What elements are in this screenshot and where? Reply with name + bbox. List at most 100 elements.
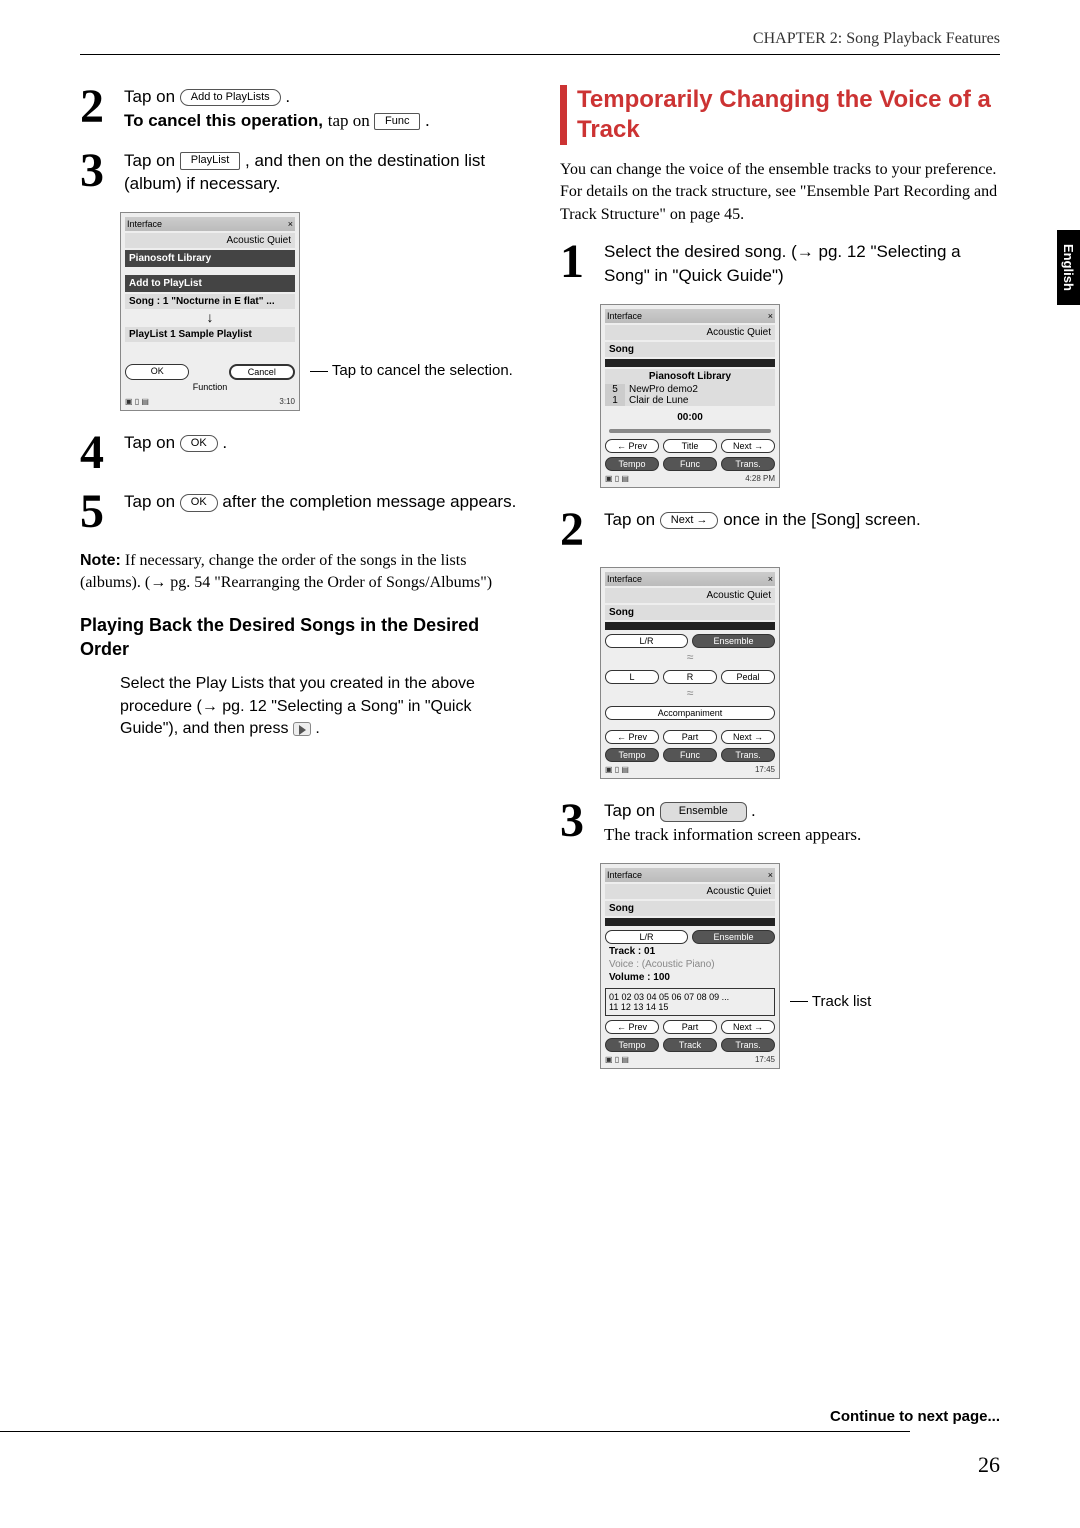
fig-library-row: Pianosoft Library (605, 369, 775, 384)
step-4: 4 Tap on OK . (80, 431, 520, 474)
text: Tap on (604, 510, 660, 529)
fig-track-grid: 01 02 03 04 05 06 07 08 09 ... 11 12 13 … (605, 988, 775, 1016)
fig-titlebar: Interface × (605, 309, 775, 323)
screenshot-song-list: Interface × Acoustic Quiet Song Pianosof… (600, 304, 780, 488)
document-page: CHAPTER 2: Song Playback Features 2 Tap … (80, 30, 1000, 1089)
fig-statusbar: ▣ ▯ ▤ 17:45 (605, 1055, 775, 1064)
fig-tab-row: L/R Ensemble (605, 930, 775, 944)
fig-title-button: Title (663, 439, 717, 453)
step-number: 5 (80, 490, 114, 533)
fig-time: 3:10 (279, 397, 295, 406)
note-body: If necessary, change the order of the so… (80, 552, 492, 591)
fig-library-row: Pianosoft Library (125, 250, 295, 267)
step-body: Tap on Next → once in the [Song] screen. (604, 508, 1000, 551)
fig-quiet-row: Acoustic Quiet (605, 884, 775, 899)
step-number: 1 (560, 240, 594, 288)
fig-trans-button: Trans. (721, 1038, 775, 1052)
text: after the completion message appears. (222, 492, 516, 511)
fig-list-row: 5 NewPro demo2 (605, 384, 775, 395)
fig-annotation: Tap to cancel the selection. (310, 212, 513, 379)
down-arrow-icon: ↓ (125, 309, 295, 325)
two-columns: 2 Tap on Add to PlayLists . To cancel th… (80, 85, 1000, 1089)
fig-clock: 4:28 PM (745, 474, 775, 483)
fig-pedal-button: Pedal (721, 670, 775, 684)
header-rule (80, 54, 1000, 55)
screenshot-part-screen: Interface × Acoustic Quiet Song L/R Ense… (600, 567, 780, 779)
chapter-label: CHAPTER 2: Song Playback Features (753, 30, 1000, 47)
fig-func-button: Func (663, 748, 717, 762)
row-num: 5 (605, 384, 625, 395)
text-bold: To cancel this operation, (124, 111, 328, 130)
fig-song-row: Song : 1 "Nocturne in E flat" ... (125, 294, 295, 309)
fig-quiet-row: Acoustic Quiet (125, 233, 295, 248)
right-step-2: 2 Tap on Next → once in the [Song] scree… (560, 508, 1000, 551)
footer-rule (0, 1431, 910, 1432)
fig-l-button: L (605, 670, 659, 684)
text: Tap on (124, 433, 180, 452)
fig-tempo-button: Tempo (605, 457, 659, 471)
fig-song-label: Song (605, 605, 775, 620)
section-header: Temporarily Changing the Voice of a Trac… (560, 85, 1000, 145)
text: . (222, 433, 227, 452)
fig-titlebar: Interface × (125, 217, 295, 231)
text: Tap on (124, 87, 180, 106)
screenshot-track-info: Interface × Acoustic Quiet Song L/R Ense… (600, 863, 780, 1069)
fig-func-row: Tempo Func Trans. (605, 457, 775, 471)
text: . (315, 720, 319, 737)
step-number: 3 (80, 149, 114, 197)
text: Tap on (604, 801, 660, 820)
step-body: Tap on OK after the completion message a… (124, 490, 520, 533)
fig-list-row: 1 Clair de Lune (605, 395, 775, 406)
fig-ensemble-tab: Ensemble (692, 634, 775, 648)
language-tab: English (1057, 230, 1080, 305)
fig-voice-label: Voice : (Acoustic Piano) (605, 959, 775, 970)
fig-statusbar: ▣ ▯ ▤ 17:45 (605, 765, 775, 774)
step-number: 4 (80, 431, 114, 474)
close-icon: × (768, 574, 773, 584)
row-title: Clair de Lune (625, 395, 775, 406)
status-icons: ▣ ▯ ▤ (605, 1055, 629, 1064)
fig-func-button: Func (663, 457, 717, 471)
page-footer: Continue to next page... 26 (830, 1408, 1000, 1478)
fig-prev-button: ← Prev (605, 439, 659, 453)
fig-titlebar: Interface × (605, 868, 775, 882)
fig-clock: 17:45 (755, 765, 775, 774)
text: Tap on (124, 151, 180, 170)
fig-volume-label: Volume : 100 (605, 970, 775, 985)
text: tap on (328, 111, 374, 130)
fig-track-button: Track (663, 1038, 717, 1052)
step-body: Tap on Ensemble . The track information … (604, 799, 1000, 847)
fig-button-row: OK Cancel (125, 364, 295, 380)
fig-trans-button: Trans. (721, 748, 775, 762)
add-to-playlists-button: Add to PlayLists (180, 89, 281, 106)
section-intro: You can change the voice of the ensemble… (560, 159, 1000, 226)
right-column: Temporarily Changing the Voice of a Trac… (560, 85, 1000, 1089)
text: . (425, 111, 429, 130)
fig-title: Interface (607, 574, 642, 584)
fig-tempo-button: Tempo (605, 1038, 659, 1052)
fig-ensemble-tab: Ensemble (692, 930, 775, 944)
fig-lr-tab: L/R (605, 634, 688, 648)
text: . (285, 87, 290, 106)
fig-titlebar: Interface × (605, 572, 775, 586)
fig-time: 00:00 (605, 406, 775, 429)
ensemble-button: Ensemble (660, 802, 747, 821)
screenshot-add-to-playlist: Interface × Acoustic Quiet Pianosoft Lib… (120, 212, 300, 411)
fig-next-button: Next → (721, 730, 775, 744)
annotation-text: Tap to cancel the selection. (332, 362, 513, 379)
fig-nav-row: ← Prev Title Next → (605, 439, 775, 453)
step-body: Select the desired song. (→ pg. 12 "Sele… (604, 240, 1000, 288)
close-icon: × (768, 870, 773, 880)
fig-accomp-row: Accompaniment (605, 706, 775, 720)
fig-annotation: Track list (790, 863, 871, 1010)
fig-statusbar: ▣ ▯ ▤ 4:28 PM (605, 474, 775, 483)
fig-title: Interface (127, 219, 162, 229)
row-title: NewPro demo2 (625, 384, 775, 395)
fig-tab-row: L/R Ensemble (605, 634, 775, 648)
fig-part-button: Part (663, 1020, 717, 1034)
text: . (751, 801, 756, 820)
text: Tap on (124, 492, 180, 511)
ok-button: OK (180, 435, 218, 452)
left-column: 2 Tap on Add to PlayLists . To cancel th… (80, 85, 520, 1089)
fig-r-button: R (663, 670, 717, 684)
